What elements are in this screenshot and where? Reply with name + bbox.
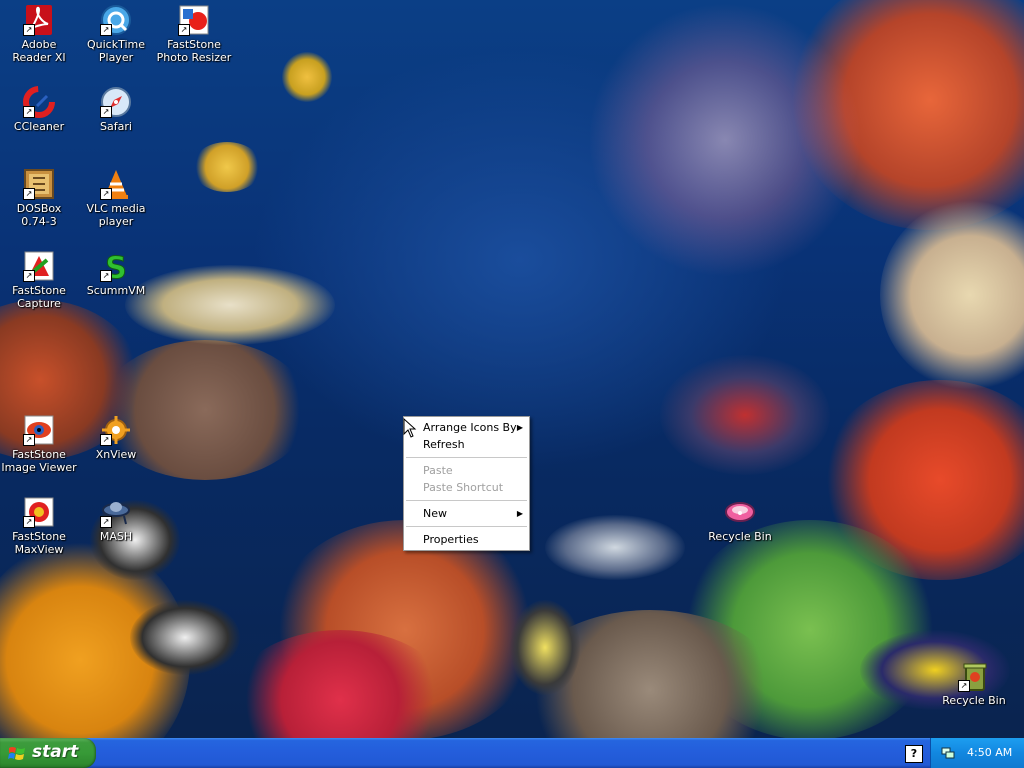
- menu-item-label: Paste Shortcut: [423, 481, 504, 494]
- menu-separator: [406, 457, 527, 458]
- desktop-icon-quicktime[interactable]: ↗ QuickTime Player: [78, 4, 154, 64]
- desktop-icon-faststone-capture[interactable]: ↗ FastStone Capture: [1, 250, 77, 310]
- wallpaper-sea-fan: [590, 0, 860, 280]
- desktop-icon-vlc[interactable]: ↗ VLC media player: [78, 168, 154, 228]
- desktop-icon-faststone-maxview[interactable]: ↗ FastStone MaxView: [1, 496, 77, 556]
- desktop-icon-label: Adobe Reader XI: [12, 38, 66, 64]
- desktop-icon-xnview[interactable]: ↗ XnView: [78, 414, 154, 461]
- start-button[interactable]: start: [0, 738, 96, 768]
- menu-item-label: Arrange Icons By: [423, 421, 517, 434]
- mouse-cursor-icon: [403, 418, 417, 438]
- safari-icon: ↗: [100, 86, 132, 118]
- wallpaper-fish-school: [125, 265, 335, 345]
- desktop-icon-safari[interactable]: ↗ Safari: [78, 86, 154, 133]
- wallpaper-fish-striped: [545, 515, 685, 580]
- menu-item-label: New: [423, 507, 447, 520]
- recycle-bin-icon: [724, 496, 756, 528]
- desktop-icon-adobe-reader[interactable]: ↗ Adobe Reader XI: [1, 4, 77, 64]
- wallpaper-fish-banded-2: [130, 600, 240, 675]
- wallpaper-coral-cream: [880, 200, 1024, 390]
- menu-item-label: Properties: [423, 533, 479, 546]
- faststone-photo-resizer-icon: ↗: [178, 4, 210, 36]
- faststone-maxview-icon: ↗: [23, 496, 55, 528]
- wallpaper-fish-moorish: [510, 600, 580, 695]
- desktop-icon-label: DOSBox 0.74-3: [16, 202, 62, 228]
- desktop-icon-faststone-photo-resizer[interactable]: ↗ FastStone Photo Resizer: [156, 4, 232, 64]
- xnview-icon: ↗: [100, 414, 132, 446]
- desktop-icon-label: Safari: [100, 120, 132, 133]
- desktop-icon-label: FastStone Photo Resizer: [156, 38, 232, 64]
- desktop-icon-scummvm[interactable]: S ↗ ScummVM: [78, 250, 154, 298]
- desktop-icon-label: ScummVM: [86, 284, 146, 297]
- clock[interactable]: 4:50 AM: [967, 746, 1012, 759]
- system-tray: 4:50 AM: [930, 738, 1024, 768]
- desktop-icon-recycle-bin[interactable]: Recycle Bin: [702, 496, 778, 543]
- menu-item-label: Paste: [423, 464, 453, 477]
- desktop-icon-label: FastStone Capture: [12, 284, 66, 310]
- desktop-icon-label: Recycle Bin: [708, 530, 772, 543]
- desktop-icon-faststone-image-viewer[interactable]: ↗ FastStone Image Viewer: [1, 414, 77, 474]
- menu-item-arrange-icons-by[interactable]: Arrange Icons By ▶: [404, 419, 529, 436]
- mash-icon: ↗: [100, 496, 132, 528]
- ccleaner-icon: ↗: [23, 86, 55, 118]
- menu-separator: [406, 500, 527, 501]
- desktop-icon-label: FastStone MaxView: [12, 530, 66, 556]
- menu-item-paste[interactable]: Paste: [404, 462, 529, 479]
- wallpaper-fish-yellow-2: [192, 142, 262, 192]
- start-button-label: start: [32, 742, 79, 762]
- quicktime-icon: ↗: [100, 4, 132, 36]
- faststone-image-viewer-icon: ↗: [23, 414, 55, 446]
- faststone-capture-icon: ↗: [23, 250, 55, 282]
- desktop-icon-mash[interactable]: ↗ MASH: [78, 496, 154, 543]
- submenu-arrow-icon: ▶: [516, 509, 523, 518]
- taskbar: start: [0, 738, 1024, 768]
- desktop-context-menu: Arrange Icons By ▶ Refresh Paste Paste S…: [403, 416, 530, 551]
- desktop-icon-label: CCleaner: [13, 120, 65, 133]
- desktop-icon-label: MASH: [99, 530, 133, 543]
- adobe-reader-icon: ↗: [23, 4, 55, 36]
- desktop-icon-label: XnView: [95, 448, 137, 461]
- menu-item-new[interactable]: New ▶: [404, 505, 529, 522]
- desktop-icon-dosbox[interactable]: ↗ DOSBox 0.74-3: [1, 168, 77, 228]
- submenu-arrow-icon: ▶: [516, 423, 523, 432]
- desktop-icon-label: VLC media player: [86, 202, 146, 228]
- menu-item-properties[interactable]: Properties: [404, 531, 529, 548]
- help-icon[interactable]: ?: [905, 745, 923, 763]
- menu-separator: [406, 526, 527, 527]
- desktop-icon-label: QuickTime Player: [86, 38, 146, 64]
- menu-item-label: Refresh: [423, 438, 465, 451]
- network-icon[interactable]: [941, 746, 955, 760]
- windows-logo-icon: [8, 747, 25, 760]
- desktop-icon-recycle-bin-2[interactable]: ↗ Recycle Bin: [936, 660, 1012, 707]
- menu-item-paste-shortcut[interactable]: Paste Shortcut: [404, 479, 529, 496]
- scummvm-icon: S ↗: [100, 250, 132, 287]
- desktop-icon-ccleaner[interactable]: ↗ CCleaner: [1, 86, 77, 133]
- desktop[interactable]: ↗ Adobe Reader XI ↗ QuickTime Player ↗ F…: [0, 0, 1024, 738]
- desktop-icon-label: Recycle Bin: [942, 694, 1006, 707]
- recycle-bin-icon: ↗: [958, 660, 990, 692]
- menu-item-refresh[interactable]: Refresh: [404, 436, 529, 453]
- vlc-icon: ↗: [100, 168, 132, 200]
- dosbox-icon: ↗: [23, 168, 55, 200]
- wallpaper-fish-yellow: [282, 52, 332, 102]
- wallpaper-diver: [660, 355, 830, 475]
- desktop-icon-label: FastStone Image Viewer: [1, 448, 77, 474]
